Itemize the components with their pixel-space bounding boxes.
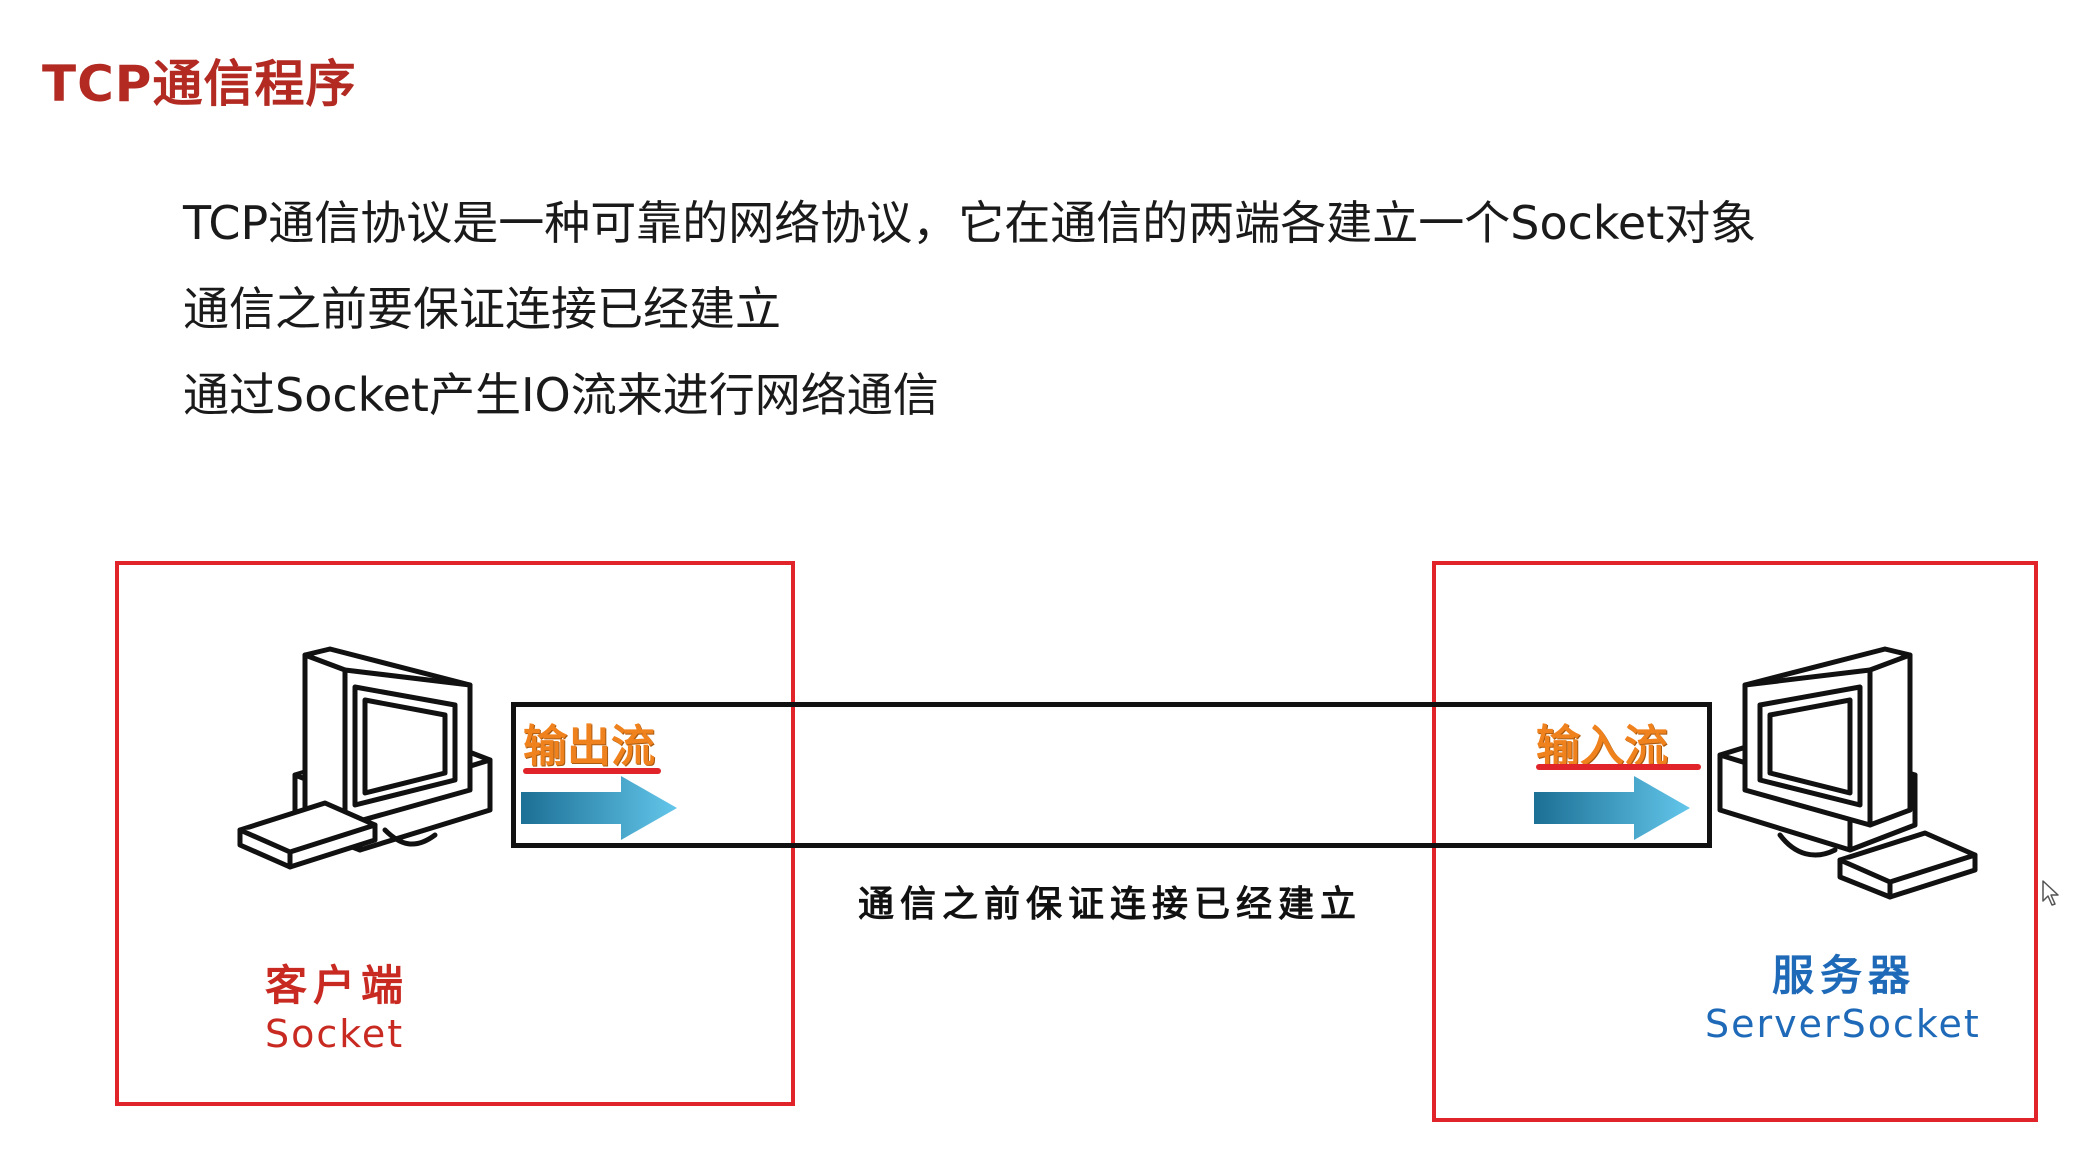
arrow-right-icon	[1534, 776, 1690, 840]
bullet-list: TCP通信协议是一种可靠的网络协议，它在通信的两端各建立一个Socket对象 通…	[183, 190, 1756, 448]
bullet-item: 通过Socket产生IO流来进行网络通信	[183, 368, 939, 422]
mouse-cursor-icon	[2042, 880, 2059, 906]
bullet-item: TCP通信协议是一种可靠的网络协议，它在通信的两端各建立一个Socket对象	[183, 196, 1757, 250]
client-socket-label: Socket	[265, 1012, 405, 1056]
slide-title: TCP通信程序	[42, 55, 357, 113]
connection-caption: 通信之前保证连接已经建立	[858, 884, 1363, 925]
computer-icon	[237, 646, 493, 870]
arrow-right-icon	[521, 776, 677, 840]
server-name: 服务器	[1772, 951, 1917, 1000]
bullet-item: 通信之前要保证连接已经建立	[183, 282, 781, 336]
output-stream-label: 输出流	[523, 721, 655, 772]
client-name: 客户端	[265, 961, 410, 1010]
server-socket-label: ServerSocket	[1705, 1002, 1981, 1046]
input-stream-underline	[1536, 764, 1701, 770]
computer-icon	[1717, 646, 1978, 900]
